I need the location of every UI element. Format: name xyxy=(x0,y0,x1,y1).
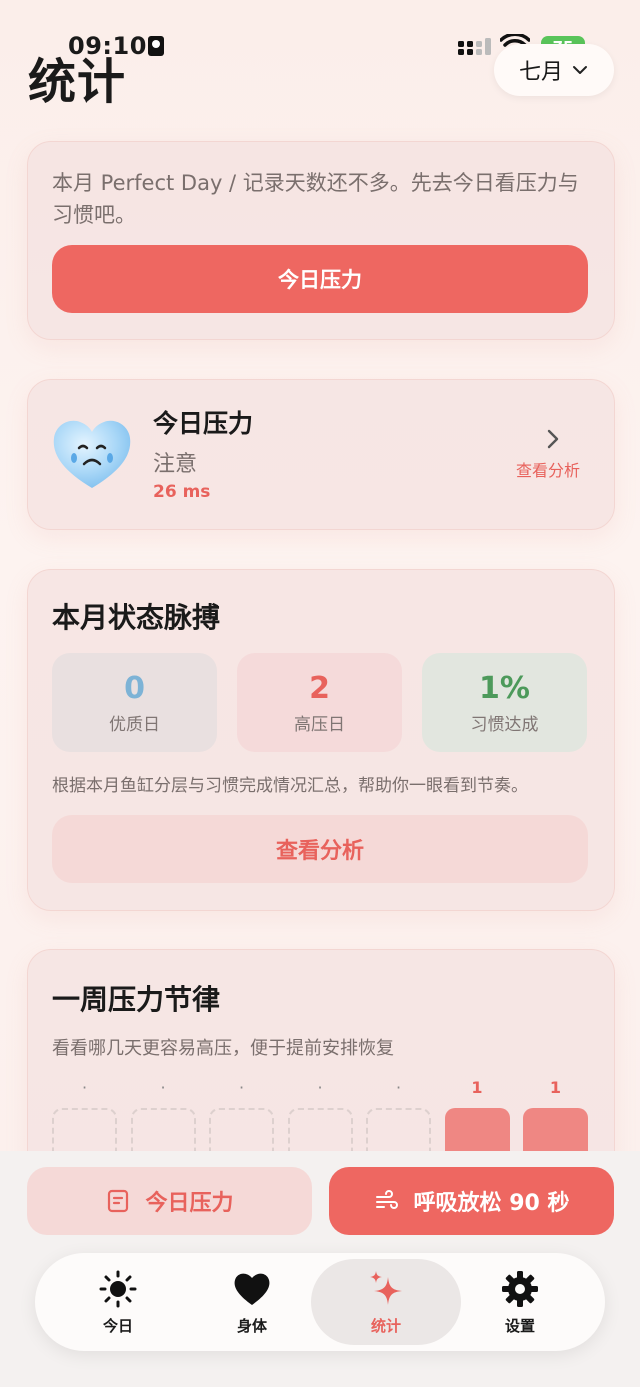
tab-body[interactable]: 身体 xyxy=(177,1259,327,1345)
day-count: 1 xyxy=(549,1078,562,1097)
tab-settings[interactable]: 设置 xyxy=(445,1259,595,1345)
action-label: 呼吸放松 90 秒 xyxy=(413,1191,570,1216)
month-selector[interactable]: 七月 xyxy=(494,44,614,96)
weekly-title: 一周压力节律 xyxy=(52,983,221,1016)
tab-label: 统计 xyxy=(370,1316,401,1335)
stress-value: 26 ms xyxy=(153,482,211,502)
day-count: · xyxy=(238,1078,245,1097)
prompt-message: 本月 Perfect Day / 记录天数还不多。先去今日看压力与习惯吧。 xyxy=(52,171,579,227)
tab-label: 设置 xyxy=(504,1316,535,1335)
stat-value: 0 xyxy=(124,670,145,706)
stat-high-stress-days: 2 高压日 xyxy=(237,653,402,752)
action-label: 今日压力 xyxy=(145,1191,234,1216)
today-stress-button[interactable]: 今日压力 xyxy=(52,245,588,313)
view-analysis-button[interactable]: 查看分析 xyxy=(52,815,588,883)
pulse-title: 本月状态脉搏 xyxy=(52,601,221,634)
stat-habit-completion: 1% 习惯达成 xyxy=(422,653,587,752)
pulse-note: 根据本月鱼缸分层与习惯完成情况汇总，帮助你一眼看到节奏。 xyxy=(52,776,528,796)
day-count: · xyxy=(160,1078,166,1097)
stress-title: 今日压力 xyxy=(153,409,254,438)
tab-label: 今日 xyxy=(102,1316,133,1335)
cellular-signal-icon xyxy=(458,38,491,55)
day-count: · xyxy=(81,1078,88,1097)
today-stress-action-button[interactable]: 今日压力 xyxy=(27,1167,312,1235)
stat-label: 习惯达成 xyxy=(470,714,539,735)
wind-icon xyxy=(375,1190,398,1209)
sun-icon xyxy=(99,1270,137,1307)
weekly-subtitle: 看看哪几天更容易高压，便于提前安排恢复 xyxy=(52,1038,394,1059)
chevron-down-icon xyxy=(573,66,587,74)
day-count: · xyxy=(317,1078,323,1097)
tab-stats[interactable]: 统计 xyxy=(311,1259,461,1345)
id-badge-icon xyxy=(148,36,164,56)
tab-today[interactable]: 今日 xyxy=(43,1259,193,1345)
day-count: · xyxy=(395,1078,402,1097)
heart-icon xyxy=(234,1273,270,1305)
sparkle-icon xyxy=(370,1270,402,1305)
stat-label: 高压日 xyxy=(294,714,345,735)
sad-heart-icon xyxy=(53,420,131,488)
view-analysis-link[interactable]: 查看分析 xyxy=(516,457,580,481)
page-title: 统计 xyxy=(28,54,127,110)
journal-icon xyxy=(108,1189,129,1213)
stat-label: 优质日 xyxy=(109,714,160,735)
gear-icon xyxy=(502,1270,538,1307)
stat-value: 1% xyxy=(479,670,530,706)
stat-value: 2 xyxy=(309,670,330,706)
stress-status: 注意 xyxy=(153,452,198,477)
month-label: 七月 xyxy=(518,60,563,85)
tab-label: 身体 xyxy=(236,1316,267,1335)
chevron-right-icon[interactable] xyxy=(544,428,562,450)
day-count: 1 xyxy=(471,1078,483,1097)
stat-good-days: 0 优质日 xyxy=(52,653,217,752)
breathing-action-button[interactable]: 呼吸放松 90 秒 xyxy=(329,1167,614,1235)
